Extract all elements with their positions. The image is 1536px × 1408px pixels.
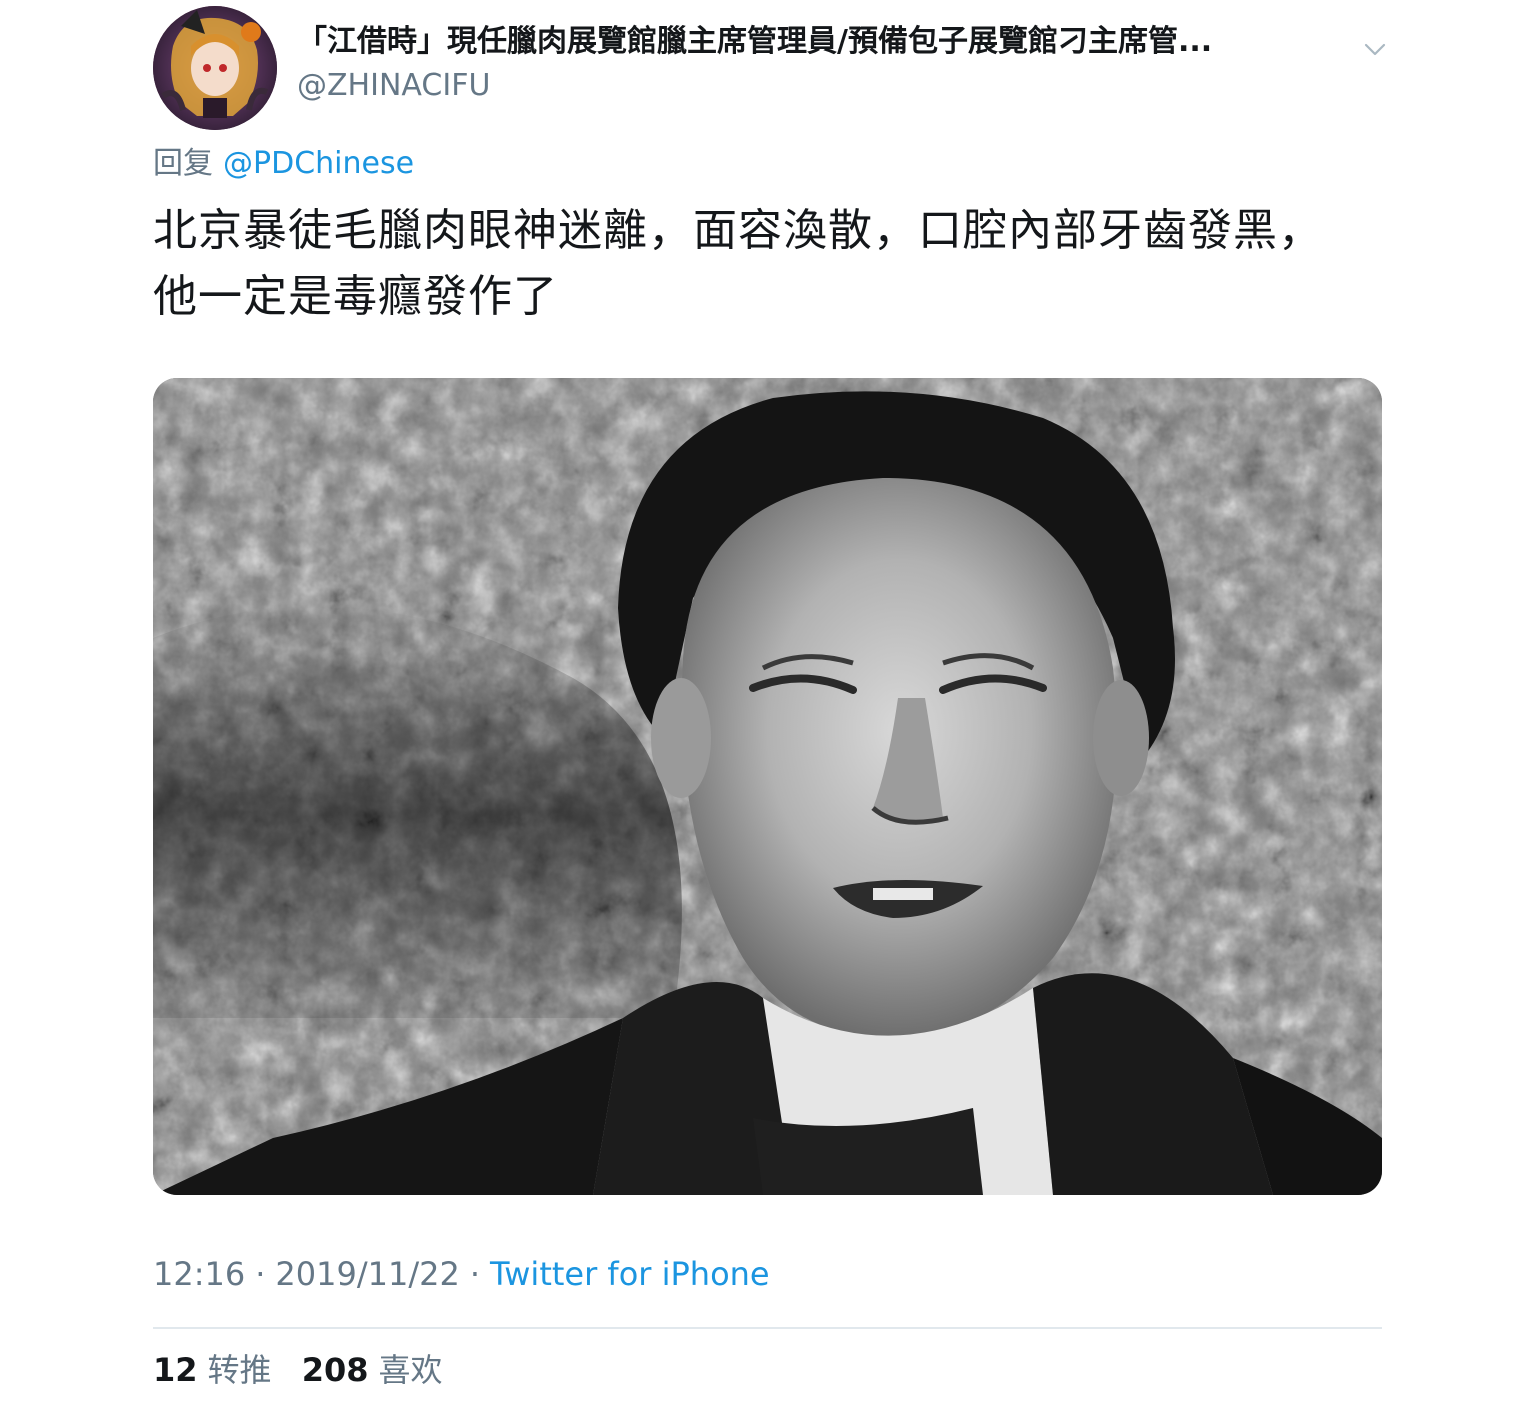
divider	[153, 1327, 1382, 1329]
user-handle[interactable]: @ZHINACIFU	[297, 64, 490, 108]
reply-mention-link[interactable]: @PDChinese	[223, 146, 414, 181]
retweets-stat[interactable]: 12 转推	[153, 1351, 272, 1389]
photo-image	[153, 378, 1382, 1195]
tweet-text: 北京暴徒毛臘肉眼神迷離，面容渙散，口腔內部牙齒發黑，他一定是毒癮發作了	[153, 205, 1323, 322]
reply-prefix: 回复	[153, 146, 213, 181]
tweet-detail: 「江借時」現任臘肉展覽館臘主席管理員/預備包子展覽館刁主席管... @ZHINA…	[0, 0, 1536, 1408]
tweet-time[interactable]: 12:16	[153, 1255, 245, 1293]
chevron-down-icon[interactable]	[1360, 34, 1390, 64]
tweet-source-link[interactable]: Twitter for iPhone	[490, 1255, 770, 1293]
retweets-label: 转推	[207, 1351, 272, 1389]
tweet-media-photo[interactable]	[153, 378, 1382, 1195]
display-name[interactable]: 「江借時」現任臘肉展覽館臘主席管理員/預備包子展覽館刁主席管...	[297, 20, 1347, 64]
tweet-stats: 12 转推 208 喜欢	[153, 1348, 463, 1392]
likes-count: 208	[301, 1351, 369, 1389]
tweet-meta: 12:16 · 2019/11/22 · Twitter for iPhone	[153, 1252, 770, 1296]
retweets-count: 12	[153, 1351, 198, 1389]
user-avatar[interactable]	[153, 6, 277, 130]
meta-separator: ·	[255, 1255, 266, 1293]
reply-context: 回复 @PDChinese	[153, 142, 414, 186]
meta-separator: ·	[469, 1255, 480, 1293]
likes-label: 喜欢	[378, 1351, 443, 1389]
tweet-date[interactable]: 2019/11/22	[275, 1255, 459, 1293]
avatar-image	[153, 6, 277, 130]
likes-stat[interactable]: 208 喜欢	[302, 1351, 443, 1389]
